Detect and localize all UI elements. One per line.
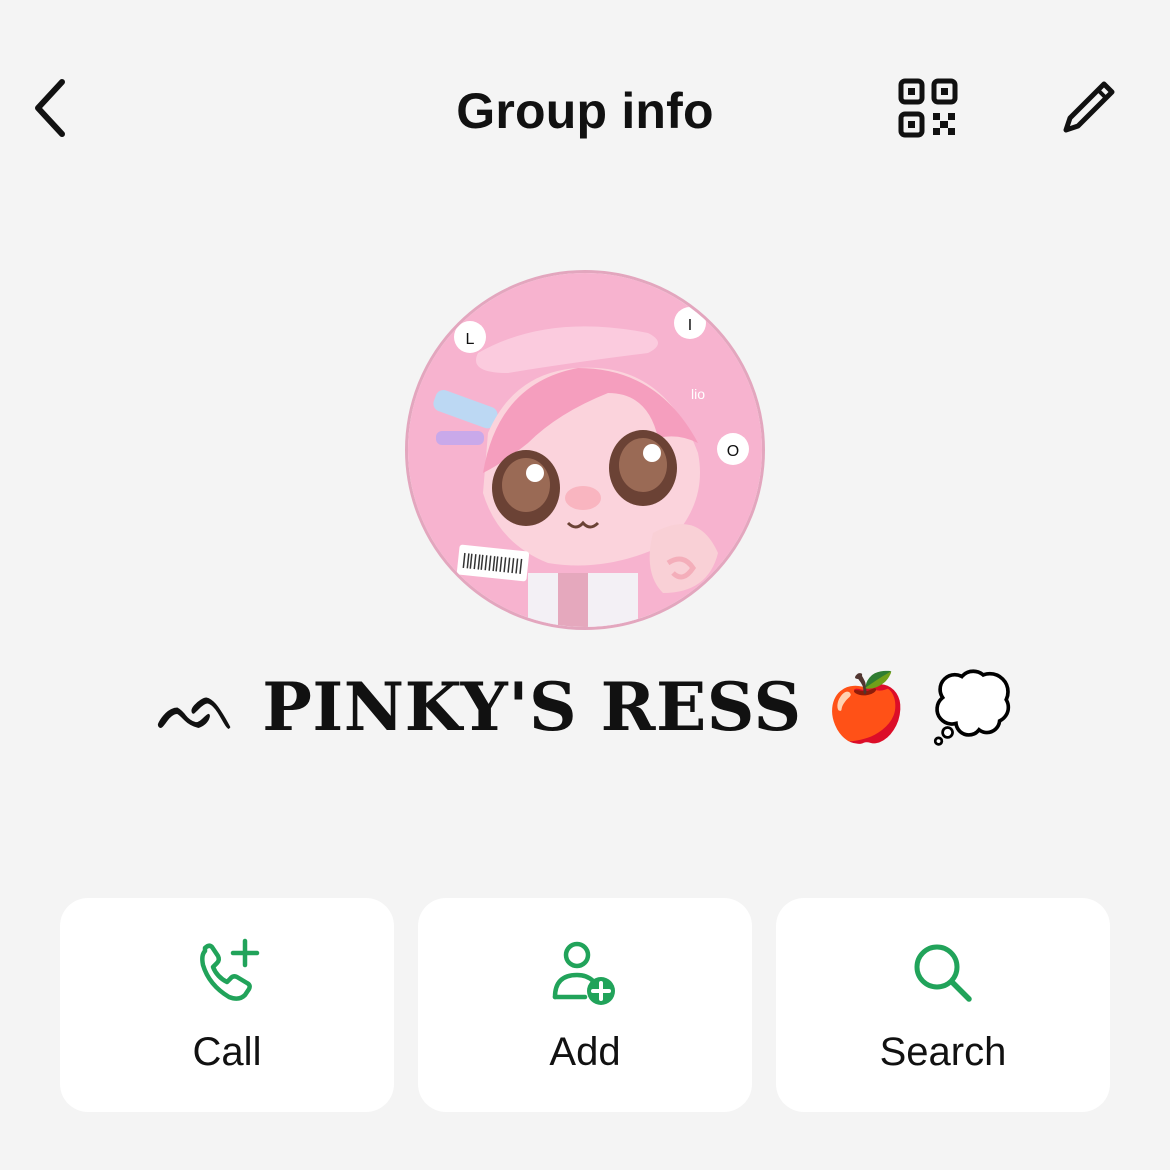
call-label: Call bbox=[192, 1030, 262, 1074]
group-name-text: PINKY'S RESS bbox=[262, 668, 802, 746]
call-button[interactable]: Call bbox=[60, 898, 394, 1112]
edit-button[interactable] bbox=[1052, 72, 1124, 144]
action-bar: Call Add Search bbox=[60, 898, 1110, 1112]
add-user-icon bbox=[552, 941, 615, 1005]
phone-plus-icon bbox=[200, 938, 260, 1001]
header: Group info bbox=[0, 0, 1170, 200]
search-label: Search bbox=[879, 1030, 1007, 1074]
group-info-page: Group info L I O lio ᨒ PINKY'S RESS 🍎 💭 … bbox=[0, 0, 1170, 1170]
avatar-tag-text: lio bbox=[691, 386, 705, 402]
pencil-icon bbox=[1063, 81, 1115, 133]
qr-code-icon bbox=[898, 78, 958, 138]
thought-cloud-emoji: 💭 bbox=[931, 669, 1014, 746]
prefix-glyph: ᨒ bbox=[156, 669, 239, 746]
apple-emoji: 🍎 bbox=[825, 669, 908, 746]
qr-code-button[interactable] bbox=[892, 72, 964, 144]
group-avatar[interactable]: L I O lio bbox=[405, 270, 765, 630]
avatar-badge-i: I bbox=[688, 317, 692, 334]
avatar-illustration: L I O lio bbox=[408, 273, 762, 627]
avatar-badge-o: O bbox=[727, 443, 739, 460]
add-member-button[interactable]: Add bbox=[418, 898, 752, 1112]
search-icon bbox=[914, 944, 972, 1002]
add-label: Add bbox=[549, 1030, 621, 1074]
group-name: ᨒ PINKY'S RESS 🍎 💭 bbox=[0, 668, 1170, 748]
page-title: Group info bbox=[456, 83, 714, 139]
search-button[interactable]: Search bbox=[776, 898, 1110, 1112]
avatar-badge-l: L bbox=[466, 331, 475, 348]
